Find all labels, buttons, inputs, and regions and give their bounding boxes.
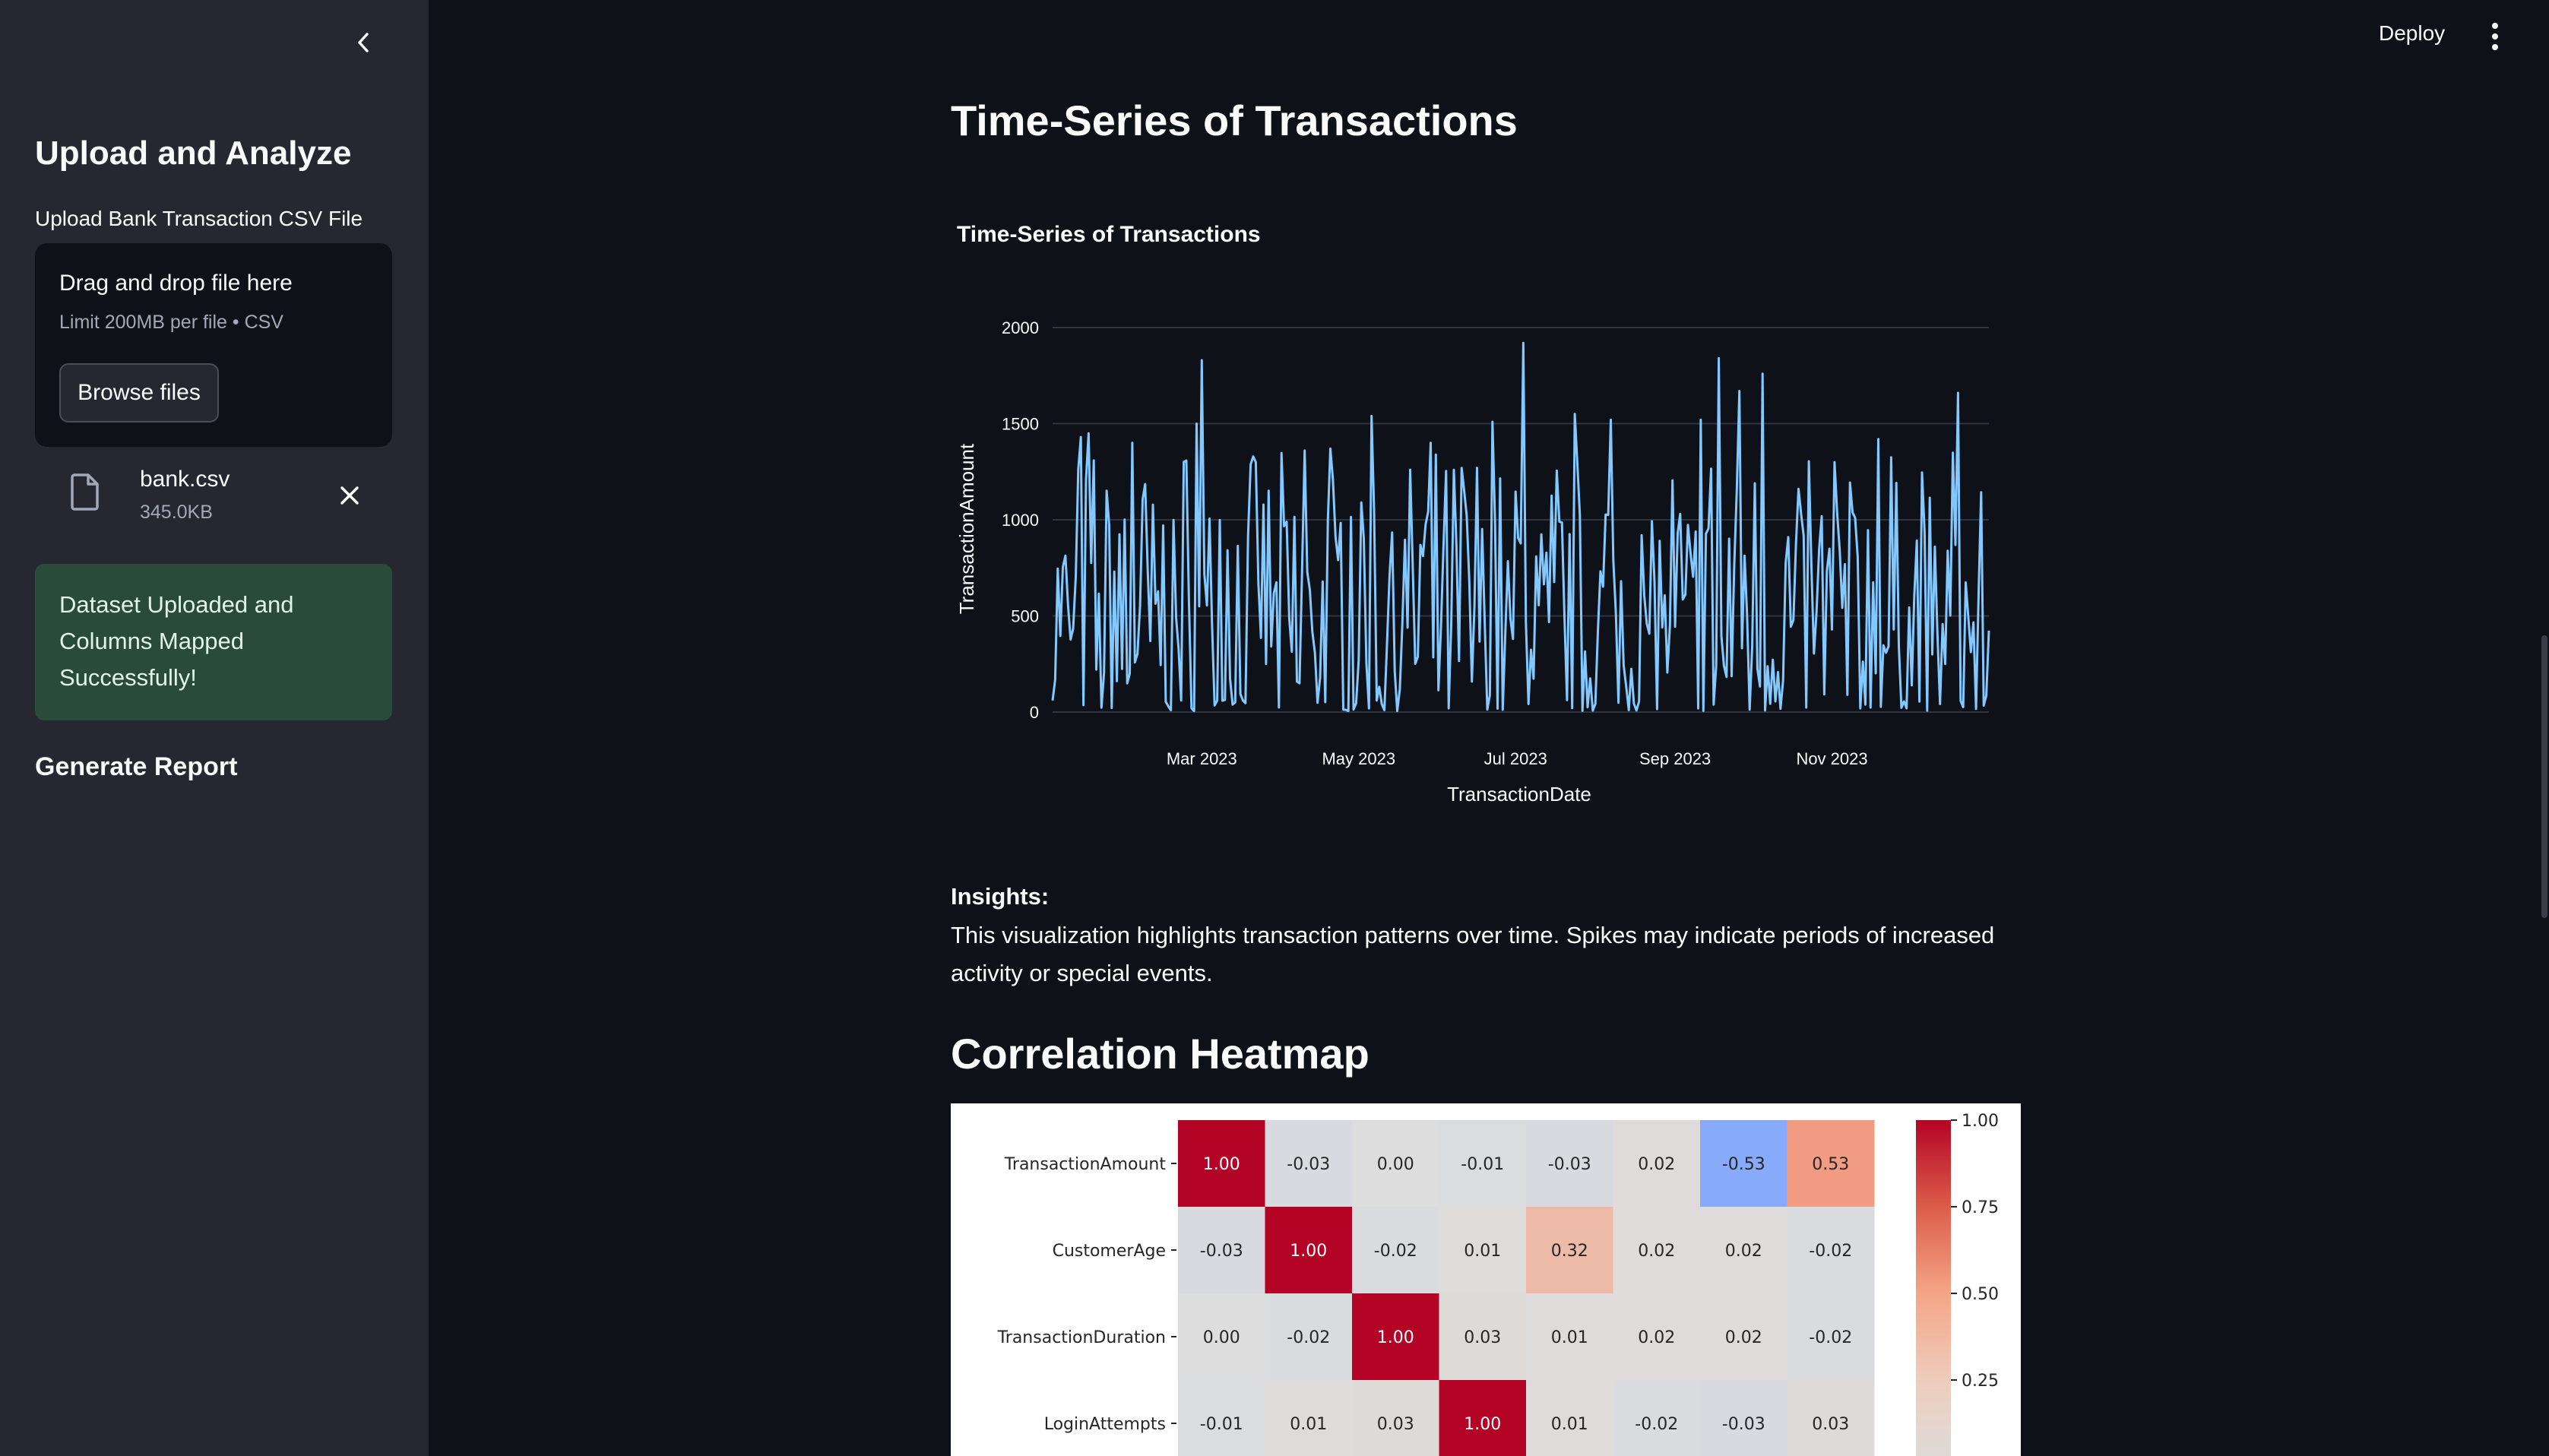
- heatmap-cell-value: 0.00: [1377, 1155, 1414, 1174]
- heatmap-row-labels: TransactionAmount CustomerAge TransactionD…: [997, 1155, 1176, 1434]
- collapse-sidebar-button[interactable]: [347, 26, 380, 59]
- y-axis-ticks: 0 500 1000 1500 2000: [1002, 318, 1039, 722]
- heatmap-cell-value: -0.03: [1722, 1415, 1765, 1434]
- heatmap-cell-value: 0.02: [1638, 1242, 1675, 1261]
- heatmap-cell-value: 0.03: [1812, 1415, 1849, 1434]
- heatmap-cell-value: -0.02: [1809, 1242, 1852, 1261]
- heatmap-cell-value: 0.02: [1638, 1328, 1675, 1347]
- heatmap-cell-value: -0.02: [1635, 1415, 1678, 1434]
- sidebar-title: Upload and Analyze: [35, 135, 352, 172]
- heatmap-cell-value: -0.03: [1200, 1242, 1243, 1261]
- colorbar-tick-label: 1.00: [1962, 1112, 1999, 1131]
- y-tick-label: 500: [1011, 607, 1039, 626]
- heatmap-cell-value: -0.02: [1809, 1328, 1852, 1347]
- heatmap-cell-value: 0.01: [1551, 1328, 1588, 1347]
- y-axis-label: TransactionAmount: [955, 443, 978, 614]
- upload-label: Upload Bank Transaction CSV File: [35, 207, 363, 230]
- heatmap-cell-value: -0.01: [1200, 1415, 1243, 1434]
- heatmap-cell-value: -0.02: [1287, 1328, 1330, 1347]
- file-dropzone[interactable]: Drag and drop file here Limit 200MB per …: [35, 243, 392, 447]
- file-size: 345.0KB: [140, 502, 213, 523]
- heatmap-cell-value: -0.01: [1461, 1155, 1504, 1174]
- file-name: bank.csv: [140, 467, 230, 492]
- transaction-amount-line: [1051, 341, 1990, 713]
- x-axis-label: TransactionDate: [1447, 783, 1591, 806]
- heatmap-cell-value: -0.53: [1722, 1155, 1765, 1174]
- heatmap-cell-value: 0.02: [1725, 1242, 1762, 1261]
- sidebar: Upload and Analyze Upload Bank Transacti…: [0, 0, 429, 1456]
- browse-files-button[interactable]: Browse files: [59, 363, 219, 423]
- generate-report-heading: Generate Report: [35, 752, 238, 781]
- heatmap-row-label: LoginAttempts: [1044, 1415, 1166, 1434]
- chart-title: Time-Series of Transactions: [957, 222, 1261, 247]
- colorbar-tick-label: 0.50: [1962, 1285, 1999, 1304]
- dropzone-limit: Limit 200MB per file • CSV: [59, 312, 283, 333]
- heatmap-cell-value: 0.02: [1725, 1328, 1762, 1347]
- chevron-left-icon: [358, 33, 369, 52]
- colorbar-tick-label: 0.75: [1962, 1198, 1999, 1217]
- timeseries-chart: 0 500 1000 1500 2000 Mar 2023 May 2023 Jul 202…: [955, 318, 1990, 806]
- uploaded-file: bank.csv 345.0KB: [35, 459, 392, 527]
- insights-title: Insights:: [951, 883, 1050, 910]
- colorbar: [1916, 1120, 1951, 1456]
- heatmap-cells: 1.00 -0.03 0.00 -0.01 -0.03 0.02 -0.53 0.53 -0.0…: [1178, 1120, 1875, 1456]
- deploy-button[interactable]: Deploy: [2379, 21, 2445, 46]
- close-icon[interactable]: [333, 479, 366, 512]
- heatmap-cell-value: 1.00: [1464, 1415, 1501, 1434]
- heatmap-cell-value: 1.00: [1290, 1242, 1327, 1261]
- more-vert-icon[interactable]: [2484, 20, 2506, 53]
- correlation-heatmap: 1.00 -0.03 0.00 -0.01 -0.03 0.02 -0.53 0.53 -0.0…: [951, 1103, 2021, 1456]
- heatmap-cell-value: 1.00: [1203, 1155, 1240, 1174]
- heatmap-row-label: TransactionDuration: [997, 1328, 1166, 1347]
- timeseries-heading: Time-Series of Transactions: [951, 97, 1518, 144]
- heatmap-cell-value: -0.03: [1287, 1155, 1330, 1174]
- heatmap-cell-value: -0.02: [1374, 1242, 1417, 1261]
- x-tick-label: Nov 2023: [1796, 749, 1867, 768]
- x-tick-label: Mar 2023: [1167, 749, 1237, 768]
- x-tick-label: May 2023: [1322, 749, 1395, 768]
- heatmap-row-label: CustomerAge: [1053, 1242, 1166, 1261]
- y-tick-label: 1000: [1002, 511, 1039, 530]
- colorbar-tick-label: 0.25: [1962, 1372, 1999, 1391]
- heatmap-cell-value: 0.00: [1203, 1328, 1240, 1347]
- x-axis-ticks: Mar 2023 May 2023 Jul 2023 Sep 2023 Nov 2023: [1167, 749, 1868, 768]
- heatmap-cell-value: 0.02: [1638, 1155, 1675, 1174]
- heatmap-cell-value: 0.01: [1551, 1415, 1588, 1434]
- y-tick-label: 2000: [1002, 318, 1039, 337]
- insights-text: This visualization highlights transactio…: [951, 922, 1995, 986]
- heatmap-cell-value: 0.01: [1464, 1242, 1501, 1261]
- heatmap-cell-value: 0.32: [1551, 1242, 1588, 1261]
- heatmap-cell-value: 0.03: [1377, 1415, 1414, 1434]
- heatmap-cell-value: -0.03: [1548, 1155, 1591, 1174]
- scrollbar[interactable]: [2541, 635, 2547, 918]
- success-alert: Dataset Uploaded and Columns Mapped Succ…: [35, 564, 392, 720]
- heatmap-cell-value: 0.53: [1812, 1155, 1849, 1174]
- dropzone-instructions: Drag and drop file here: [59, 271, 293, 296]
- y-tick-label: 0: [1030, 703, 1039, 722]
- colorbar-ticks: 1.00 0.75 0.50 0.25: [1951, 1112, 1999, 1391]
- chart-series: [1051, 341, 1990, 713]
- heatmap-cell-value: 0.03: [1464, 1328, 1501, 1347]
- x-tick-label: Jul 2023: [1484, 749, 1547, 768]
- x-tick-label: Sep 2023: [1639, 749, 1711, 768]
- heatmap-row-label: TransactionAmount: [1004, 1155, 1167, 1174]
- heatmap-cell-value: 1.00: [1377, 1328, 1414, 1347]
- heatmap-cell-value: 0.01: [1290, 1415, 1327, 1434]
- heatmap-heading: Correlation Heatmap: [951, 1030, 1369, 1078]
- file-icon: [71, 473, 99, 511]
- y-tick-label: 1500: [1002, 415, 1039, 434]
